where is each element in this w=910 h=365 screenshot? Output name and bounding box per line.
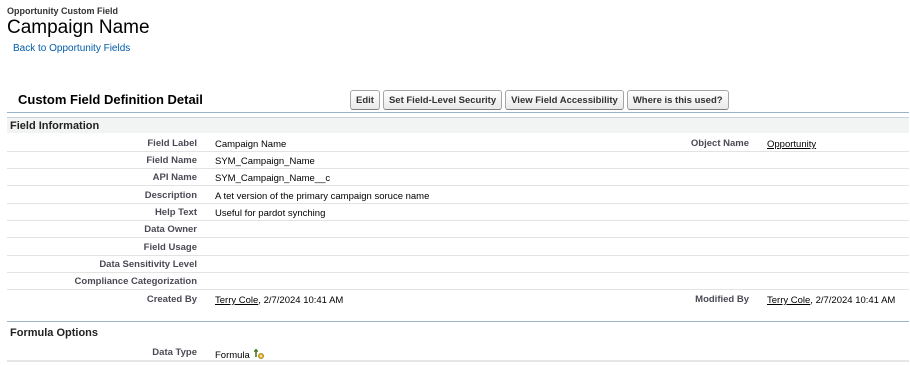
description-value: A tet version of the primary campaign so… xyxy=(215,191,430,202)
where-is-this-used-button[interactable]: Where is this used? xyxy=(626,90,729,110)
field-label-label: Field Label xyxy=(147,138,197,149)
formula-options-section-header: Formula Options xyxy=(7,325,909,341)
field-name-value: SYM_Campaign_Name xyxy=(215,156,315,167)
data-sensitivity-row: Data Sensitivity Level xyxy=(7,256,909,273)
data-type-text: Formula xyxy=(215,350,250,362)
data-type-row: Data Type Formula xyxy=(7,344,909,362)
description-label: Description xyxy=(144,190,197,201)
created-by-value: Terry Cole, 2/7/2024 10:41 AM xyxy=(215,295,343,306)
modified-by-label: Modified By xyxy=(695,294,749,305)
detail-header: Custom Field Definition Detail Edit Set … xyxy=(7,88,909,113)
object-name-label: Object Name xyxy=(690,138,749,149)
help-text-label: Help Text xyxy=(154,207,197,218)
field-information-section-header: Field Information xyxy=(7,117,909,133)
formula-icon xyxy=(252,348,265,363)
modified-by-value: Terry Cole, 2/7/2024 10:41 AM xyxy=(767,295,895,306)
field-usage-label: Field Usage xyxy=(143,242,197,253)
data-type-label: Data Type xyxy=(152,347,197,358)
help-text-row: Help Text Useful for pardot synching xyxy=(7,204,909,221)
field-label-row: Field Label Campaign Name Object Name Op… xyxy=(7,135,909,152)
modified-by-user-link[interactable]: Terry Cole xyxy=(767,295,810,306)
detail-title: Custom Field Definition Detail xyxy=(18,92,203,107)
set-field-level-security-button[interactable]: Set Field-Level Security xyxy=(382,90,503,110)
audit-row: Created By Terry Cole, 2/7/2024 10:41 AM… xyxy=(7,291,909,308)
section-divider xyxy=(7,321,909,322)
data-sensitivity-label: Data Sensitivity Level xyxy=(99,259,197,270)
back-to-fields-link[interactable]: Back to Opportunity Fields xyxy=(13,43,130,54)
page-header: Opportunity Custom Field Campaign Name B… xyxy=(7,6,150,56)
edit-button[interactable]: Edit xyxy=(350,90,380,110)
view-field-accessibility-button[interactable]: View Field Accessibility xyxy=(505,90,624,110)
api-name-row: API Name SYM_Campaign_Name__c xyxy=(7,169,909,186)
compliance-label: Compliance Categorization xyxy=(74,276,197,287)
help-text-value: Useful for pardot synching xyxy=(215,208,326,219)
field-usage-row: Field Usage xyxy=(7,239,909,256)
created-by-label: Created By xyxy=(146,294,197,305)
field-name-label: Field Name xyxy=(146,155,197,166)
object-type-label: Opportunity Custom Field xyxy=(7,6,118,16)
data-type-value: Formula xyxy=(215,348,265,363)
field-label-value: Campaign Name xyxy=(215,139,287,150)
created-by-user-link[interactable]: Terry Cole xyxy=(215,295,258,306)
page-title: Campaign Name xyxy=(7,17,150,38)
compliance-row: Compliance Categorization xyxy=(7,273,909,290)
object-name-link[interactable]: Opportunity xyxy=(767,139,816,150)
api-name-label: API Name xyxy=(152,172,197,183)
field-name-row: Field Name SYM_Campaign_Name xyxy=(7,152,909,169)
created-by-date: , 2/7/2024 10:41 AM xyxy=(258,295,344,306)
description-row: Description A tet version of the primary… xyxy=(7,187,909,204)
button-bar: Edit Set Field-Level Security View Field… xyxy=(350,90,729,110)
data-owner-label: Data Owner xyxy=(144,224,197,235)
api-name-value: SYM_Campaign_Name__c xyxy=(215,173,331,184)
modified-by-date: , 2/7/2024 10:41 AM xyxy=(810,295,896,306)
data-owner-row: Data Owner xyxy=(7,221,909,238)
